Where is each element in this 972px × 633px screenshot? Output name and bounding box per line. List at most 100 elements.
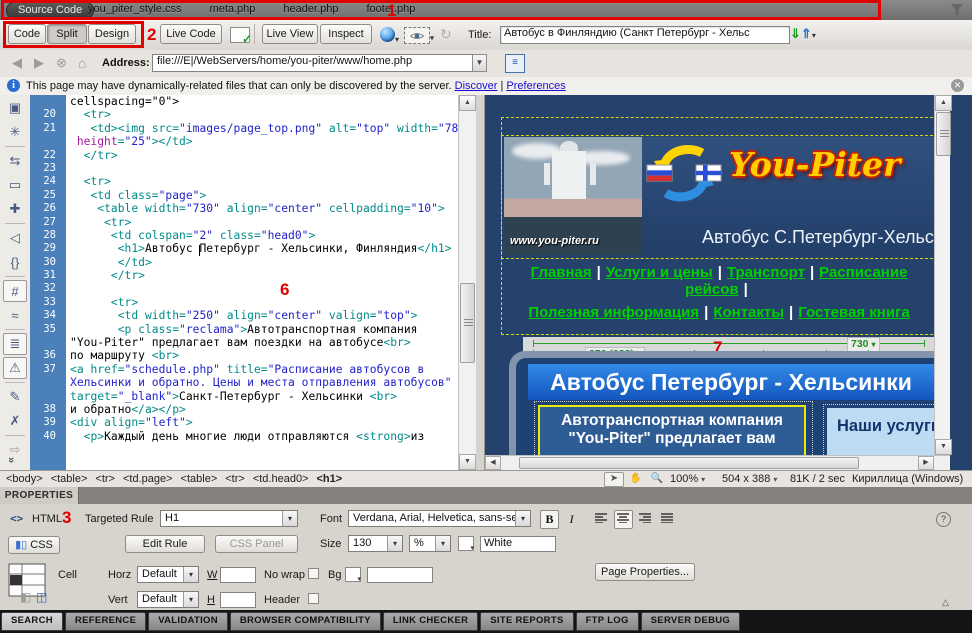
nav-link[interactable]: Услуги и цены <box>606 264 713 281</box>
collapse-selection-icon[interactable]: ▭ <box>3 174 27 196</box>
scroll-down-icon[interactable]: ▼ <box>935 439 952 455</box>
site-banner[interactable]: www.you-piter.ru You-Piter Автобус С <box>504 137 934 255</box>
size-unit-dropdown[interactable]: % <box>409 535 451 552</box>
bg-value-input[interactable] <box>367 567 433 583</box>
hand-tool-icon[interactable]: ✋ <box>627 473 645 486</box>
split-cell-icon[interactable]: ◫ <box>36 590 47 604</box>
code-line[interactable]: 40 <p>Каждый день многие люди отправляют… <box>30 430 458 443</box>
stop-icon[interactable]: ⊗ <box>56 55 67 71</box>
code-view-scrollbar[interactable]: ▲ ▼ <box>458 95 476 470</box>
nav-link[interactable]: Контакты <box>713 304 784 321</box>
syntax-error-alerts-icon[interactable]: ≣ <box>3 333 27 355</box>
live-view-button[interactable]: Live View <box>262 24 318 44</box>
select-tool-icon[interactable]: ➤ <box>604 472 624 487</box>
nav-link[interactable]: Главная <box>531 264 592 281</box>
results-tab-link-checker[interactable]: LINK CHECKER <box>383 612 478 631</box>
vert-dropdown[interactable]: Default <box>137 591 199 608</box>
code-line[interactable]: Хельсинки и обратно. Цены и места отправ… <box>30 376 458 389</box>
scroll-left-icon[interactable]: ◀ <box>485 456 501 470</box>
live-view-options-icon[interactable]: ≡ <box>505 54 525 73</box>
code-line[interactable]: 32 <box>30 282 458 295</box>
live-code-button[interactable]: Live Code <box>160 24 222 44</box>
page-heading[interactable]: Автобус Петербург - Хельсинки <box>528 364 934 400</box>
apply-comment-icon[interactable]: ⚠ <box>3 357 27 379</box>
check-browser-compatibility-icon[interactable]: ✓ <box>230 27 250 43</box>
bold-button[interactable]: B <box>540 510 559 529</box>
tag-selector-item[interactable]: <td.page> <box>123 473 173 485</box>
expand-all-icon[interactable]: ✚ <box>3 198 27 220</box>
design-horizontal-scrollbar[interactable]: ◀ ▶ <box>485 455 950 470</box>
collapse-panel-icon[interactable]: △ <box>942 597 949 608</box>
results-tab-search[interactable]: SEARCH <box>1 612 63 631</box>
results-tab-validation[interactable]: VALIDATION <box>148 612 228 631</box>
help-icon[interactable]: ? <box>936 512 951 527</box>
collapse-full-tag-icon[interactable]: ⇆ <box>3 150 27 172</box>
discover-link[interactable]: Discover <box>455 80 498 92</box>
design-hscroll-thumb[interactable] <box>519 457 859 469</box>
code-line[interactable]: 38и обратно</a></p> <box>30 403 458 416</box>
width-input[interactable] <box>220 567 256 583</box>
font-dropdown[interactable]: Verdana, Arial, Helvetica, sans-serif <box>348 510 531 527</box>
tag-selector-item[interactable]: <h1> <box>317 473 343 485</box>
show-more-icon[interactable]: » <box>5 457 17 463</box>
source-code-tab[interactable]: Source Code <box>6 2 94 19</box>
header-checkbox[interactable] <box>308 593 319 604</box>
home-icon[interactable]: ⌂ <box>78 55 86 71</box>
design-vertical-scrollbar[interactable]: ▲ ▼ <box>934 95 950 455</box>
code-view[interactable]: cellspacing="0">20 <tr>21 <td><img src="… <box>30 95 458 470</box>
window-size-dropdown[interactable]: 504 x 388 <box>720 472 779 486</box>
scroll-down-icon[interactable]: ▼ <box>459 454 476 470</box>
nav-link[interactable]: Полезная информация <box>528 304 699 321</box>
code-line[interactable]: 36по маршруту <br> <box>30 349 458 362</box>
tag-selector-item[interactable]: <td.head0> <box>253 473 309 485</box>
code-line[interactable]: 23 <box>30 162 458 175</box>
scroll-up-icon[interactable]: ▲ <box>459 95 476 111</box>
page-properties-button[interactable]: Page Properties... <box>595 563 695 581</box>
visual-aids-eye-icon[interactable]: ▾ <box>404 27 434 44</box>
code-line[interactable]: cellspacing="0"> <box>30 95 458 108</box>
related-file-tab[interactable]: header.php <box>283 3 338 15</box>
code-line[interactable]: 31 </tr> <box>30 269 458 282</box>
wrap-tag-icon[interactable]: ✗ <box>3 410 27 432</box>
code-navigator-icon[interactable]: ✳ <box>3 121 27 143</box>
code-line[interactable]: 30 </td> <box>30 256 458 269</box>
text-color-swatch[interactable] <box>458 536 474 551</box>
design-view-button[interactable]: Design <box>88 24 136 44</box>
tag-selector-item[interactable]: <tr> <box>225 473 245 485</box>
size-dropdown[interactable]: 130 <box>348 535 403 552</box>
code-line[interactable]: 29 <h1>Автобус Петербург - Хельсинки, Фи… <box>30 242 458 255</box>
back-icon[interactable]: ◀ <box>12 55 22 71</box>
split-view-button[interactable]: Split <box>47 24 87 44</box>
code-view-button[interactable]: Code <box>8 24 46 44</box>
code-line[interactable]: height="25"></td> <box>30 135 458 148</box>
code-line[interactable]: 21 <td><img src="images/page_top.png" al… <box>30 122 458 135</box>
css-panel-button[interactable]: CSS Panel <box>215 535 298 553</box>
code-line[interactable]: 33 <tr> <box>30 296 458 309</box>
related-file-tab[interactable]: you_piter_style.css <box>88 3 182 15</box>
horz-dropdown[interactable]: Default <box>137 566 199 583</box>
css-mode-button[interactable]: ▮▯ CSS <box>8 536 60 554</box>
align-left-icon[interactable] <box>592 510 611 529</box>
code-line[interactable]: 34 <td width="250" align="center" valign… <box>30 309 458 322</box>
code-line[interactable]: 24 <tr> <box>30 175 458 188</box>
address-input[interactable]: file:///E|/WebServers/home/you-piter/www… <box>152 54 482 72</box>
code-line[interactable]: 35 <p class="reclama">Автотранспортная к… <box>30 323 458 336</box>
code-scrollbar-thumb[interactable] <box>460 283 475 363</box>
filter-related-files-icon[interactable] <box>950 3 964 16</box>
magnification-dropdown[interactable]: 100% <box>668 472 707 486</box>
highlight-invalid-code-icon[interactable]: ≈ <box>3 304 27 326</box>
tag-selector-item[interactable]: <body> <box>6 473 43 485</box>
merge-cells-icon[interactable]: ◧ <box>20 590 31 604</box>
code-line[interactable]: target="_blank">Санкт-Петербург - Хельси… <box>30 390 458 403</box>
open-documents-icon[interactable]: ▣ <box>3 97 27 119</box>
color-value-input[interactable]: White <box>480 536 556 552</box>
align-center-icon[interactable] <box>614 510 633 529</box>
code-line[interactable]: 27 <tr> <box>30 216 458 229</box>
edit-rule-button[interactable]: Edit Rule <box>125 535 205 553</box>
balance-braces-icon[interactable]: {} <box>3 251 27 273</box>
code-line[interactable]: 39<div align="left"> <box>30 416 458 429</box>
tag-selector-item[interactable]: <tr> <box>95 473 115 485</box>
justify-icon[interactable] <box>658 510 677 529</box>
document-title-input[interactable]: Автобус в Финляндию (Санкт Петербург - Х… <box>500 26 790 44</box>
file-management-get-put-icon[interactable]: ⇓⇑▾ <box>790 26 816 42</box>
